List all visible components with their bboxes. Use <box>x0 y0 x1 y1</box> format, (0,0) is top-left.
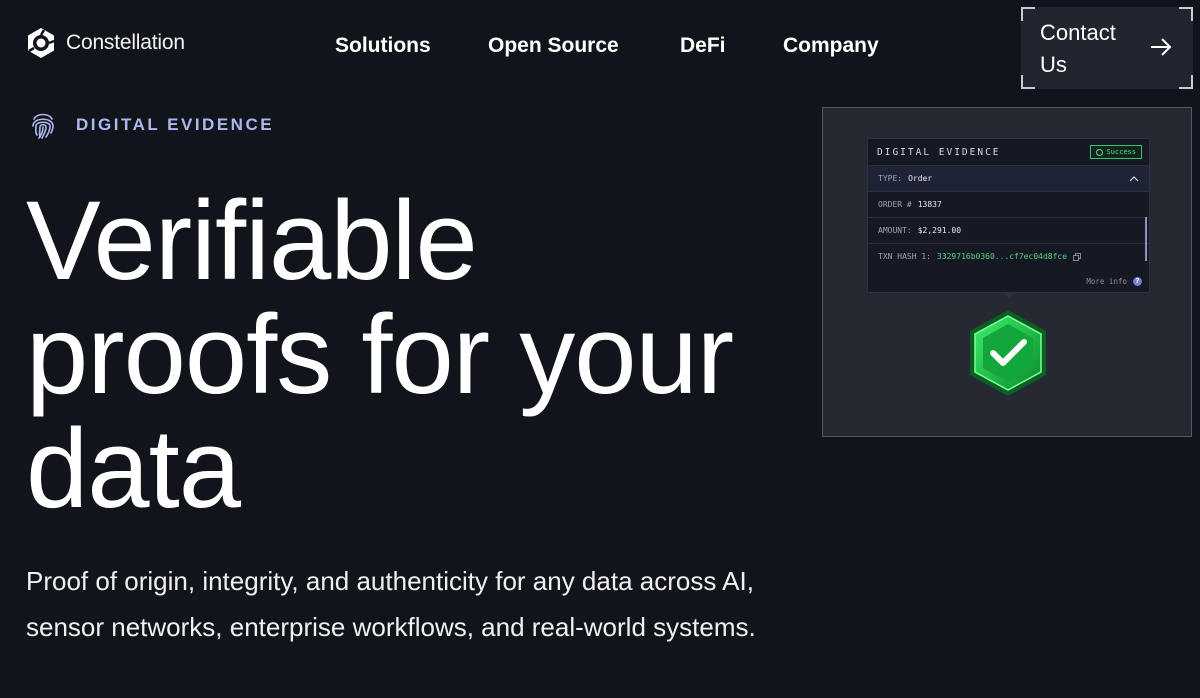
brand-name: Constellation <box>66 31 185 54</box>
more-info-link[interactable]: More info ? <box>1086 277 1142 286</box>
order-value: 13837 <box>917 200 942 209</box>
hero-title: Verifiable proofs for your data <box>26 178 734 531</box>
digital-evidence-visual: DIGITAL EVIDENCE Success TYPE: Order ORDE… <box>822 107 1192 437</box>
eyebrow-label: DIGITAL EVIDENCE <box>76 115 275 134</box>
corner-decoration <box>1179 75 1193 89</box>
hash-value: 3329716b0360...cf7ec04d8fce <box>936 252 1068 261</box>
contact-us-button[interactable]: Contact Us <box>1021 7 1193 89</box>
order-label: ORDER # <box>878 200 912 209</box>
question-icon: ? <box>1133 277 1142 286</box>
corner-decoration <box>1021 7 1035 21</box>
amount-row: AMOUNT: $2,291.00 <box>868 217 1149 243</box>
constellation-logo-icon <box>28 28 55 58</box>
type-label: TYPE: <box>878 174 903 183</box>
chevron-up-icon[interactable] <box>1129 175 1139 182</box>
evidence-card: DIGITAL EVIDENCE Success TYPE: Order ORDE… <box>867 138 1150 293</box>
amount-value: $2,291.00 <box>917 226 962 235</box>
copy-icon[interactable] <box>1073 252 1081 261</box>
nav-item-solutions[interactable]: Solutions <box>335 34 431 58</box>
hash-row: TXN HASH 1: 3329716b0360...cf7ec04d8fce <box>868 243 1149 269</box>
corner-decoration <box>1021 75 1035 89</box>
type-row[interactable]: TYPE: Order <box>868 165 1149 191</box>
scrollbar[interactable] <box>1145 217 1147 261</box>
status-badge: Success <box>1090 145 1142 159</box>
section-eyebrow: DIGITAL EVIDENCE <box>30 110 274 140</box>
corner-decoration <box>1179 7 1193 21</box>
brand-logo[interactable]: Constellation <box>24 26 185 60</box>
status-label: Success <box>1106 148 1136 156</box>
card-pointer <box>1003 292 1015 299</box>
nav-item-company[interactable]: Company <box>783 34 879 58</box>
contact-us-label: Contact Us <box>1040 20 1116 77</box>
fingerprint-icon <box>32 113 54 139</box>
type-value: Order <box>908 174 933 183</box>
more-info-label: More info <box>1086 277 1127 286</box>
arrow-right-icon <box>1151 38 1172 56</box>
nav-item-defi[interactable]: DeFi <box>680 34 726 58</box>
card-header: DIGITAL EVIDENCE Success <box>868 139 1149 165</box>
hash-label: TXN HASH 1: <box>878 252 931 261</box>
amount-label: AMOUNT: <box>878 226 912 235</box>
verified-shield-icon <box>970 310 1046 396</box>
order-row: ORDER # 13837 <box>868 191 1149 217</box>
nav-item-open-source[interactable]: Open Source <box>488 34 619 58</box>
card-title: DIGITAL EVIDENCE <box>877 146 1001 158</box>
hero-subtitle: Proof of origin, integrity, and authenti… <box>26 566 756 642</box>
check-circle-icon <box>1096 148 1104 156</box>
